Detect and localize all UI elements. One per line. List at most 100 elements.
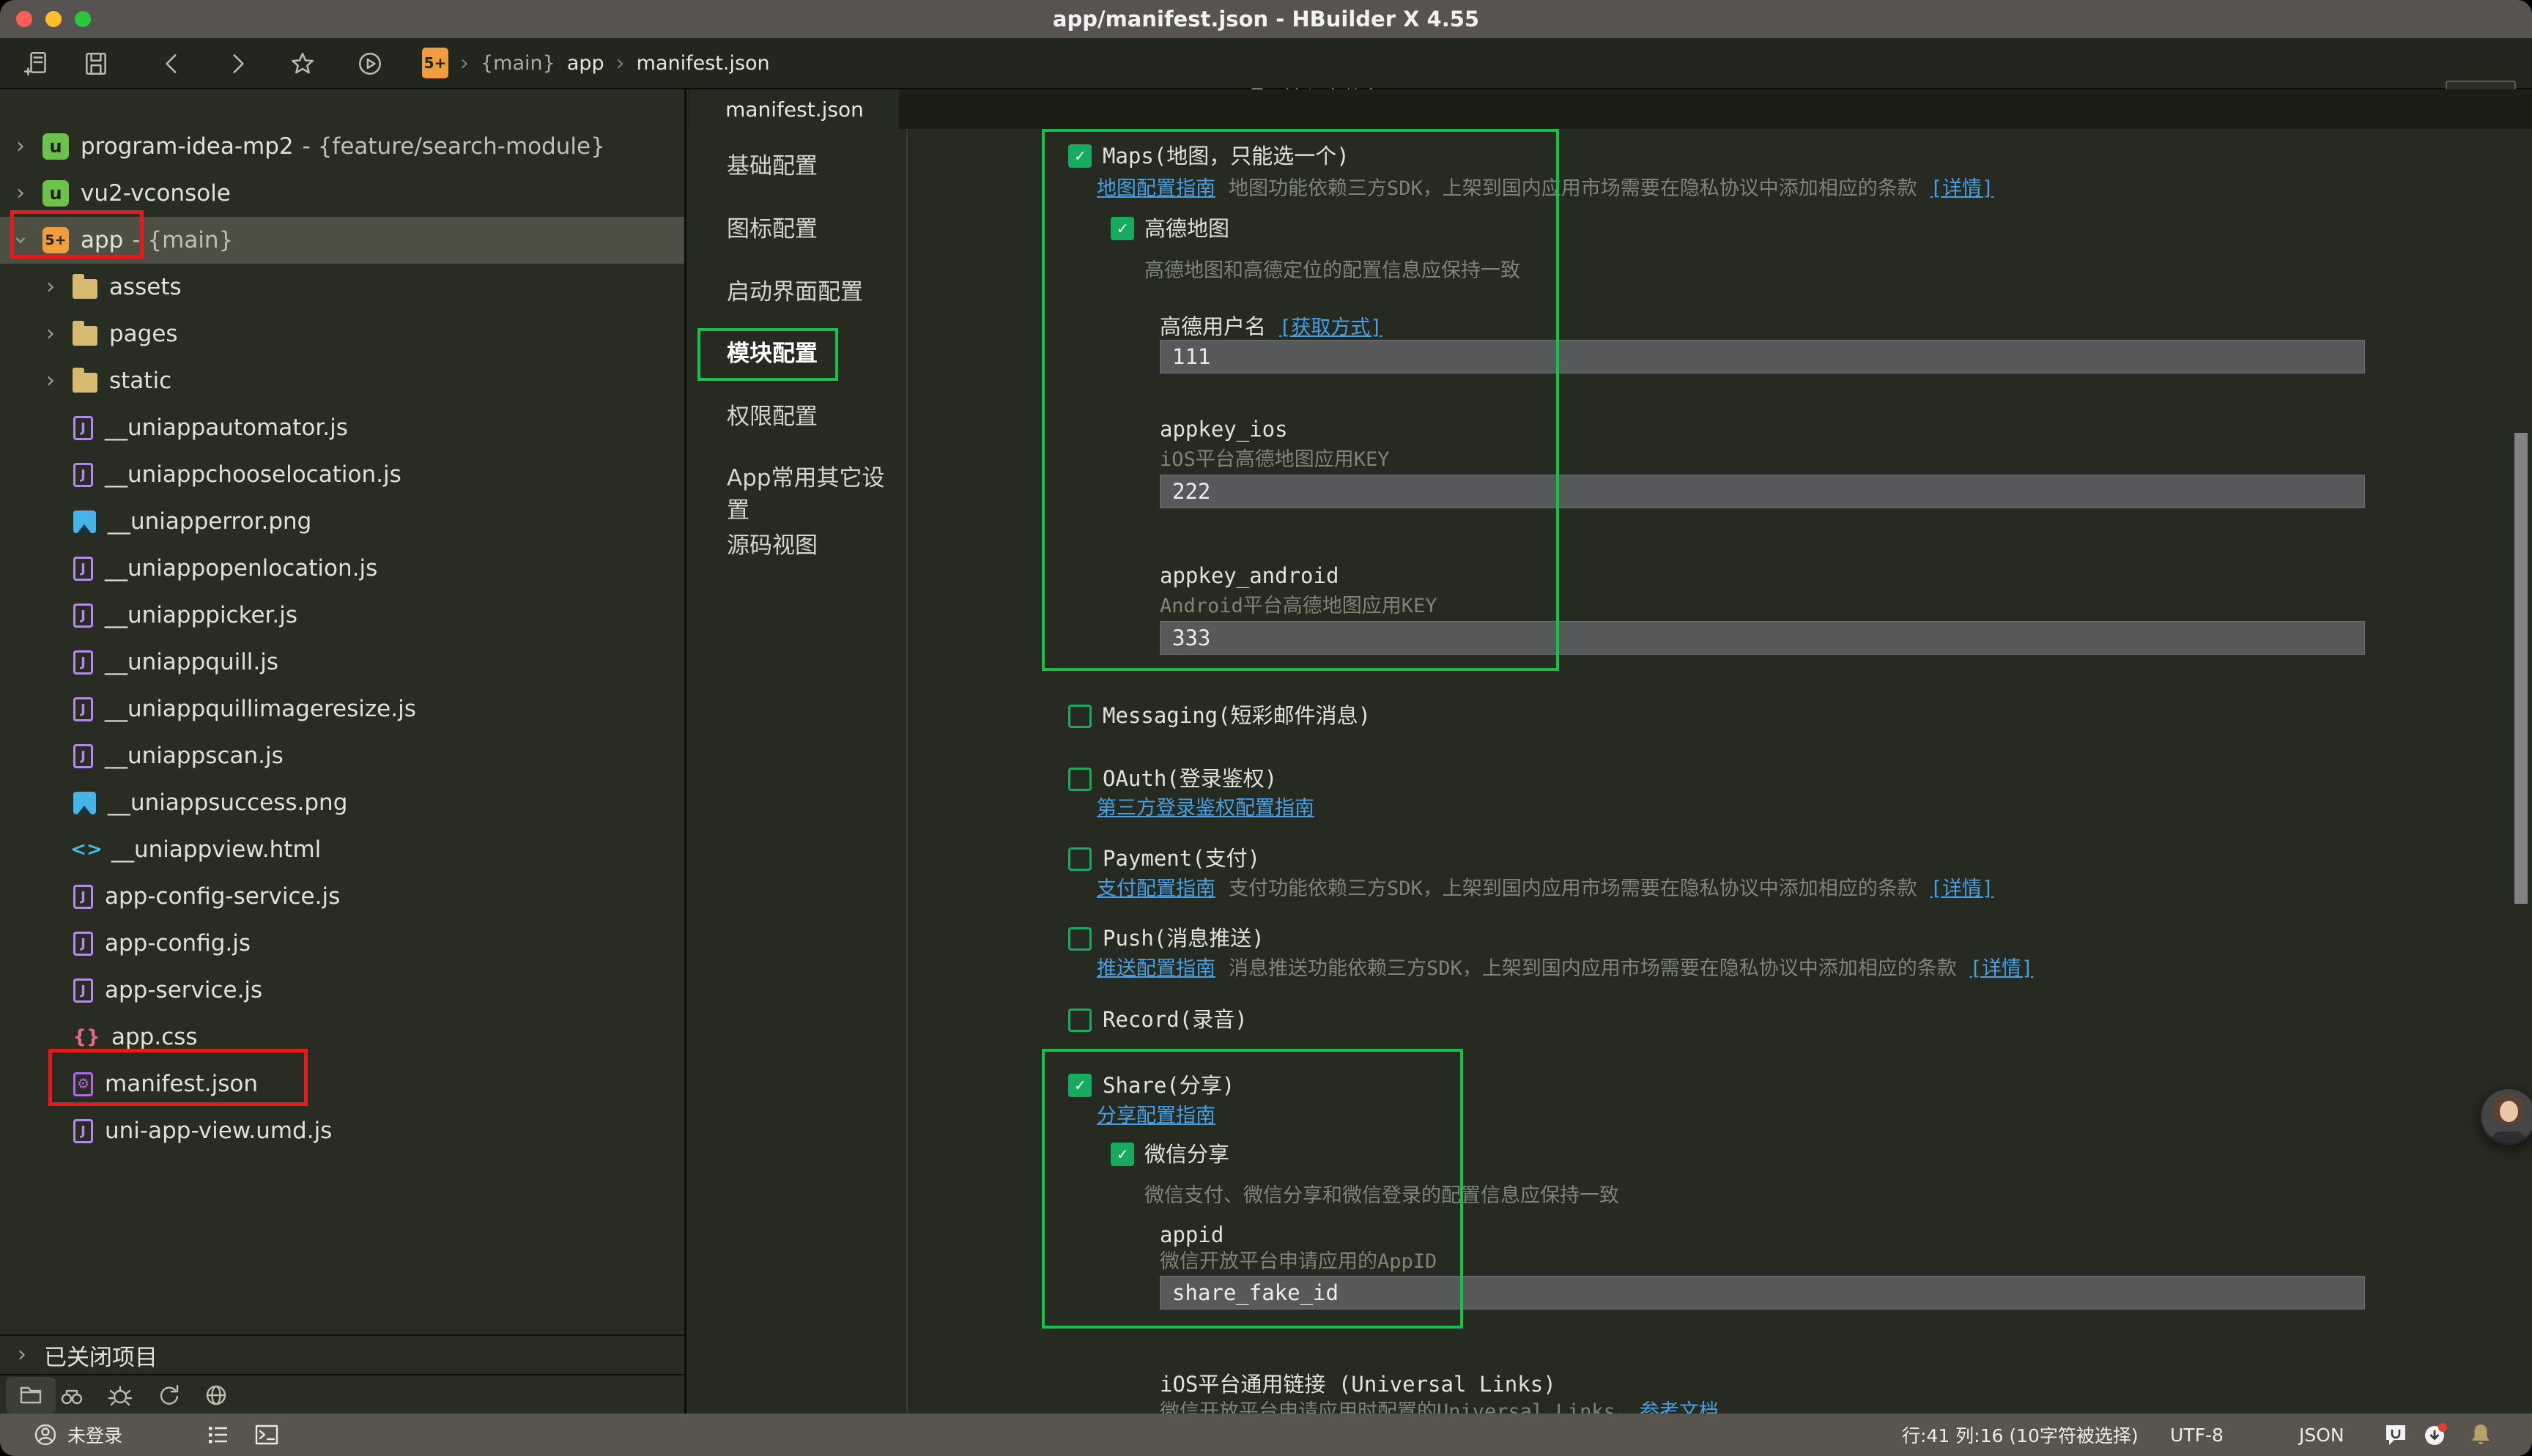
- favorites-star-icon[interactable]: [289, 50, 316, 78]
- new-file-icon[interactable]: [23, 50, 51, 78]
- save-icon[interactable]: [82, 50, 110, 78]
- maps-detail-link[interactable]: [详情]: [1931, 176, 1994, 202]
- tree-item-file[interactable]: __uniappscan.js: [0, 732, 684, 779]
- tree-item-project-app[interactable]: app - {main}: [0, 217, 684, 264]
- tree-item-file[interactable]: __uniappview.html: [0, 826, 684, 873]
- tree-item-label: manifest.json: [105, 1071, 258, 1097]
- web-cloud-icon[interactable]: [203, 1382, 229, 1408]
- tree-item-label: app.css: [111, 1024, 198, 1050]
- appid-desc: 微信开放平台申请应用的AppID: [1160, 1249, 1437, 1275]
- tree-item-file-manifest[interactable]: manifest.json: [0, 1061, 684, 1107]
- tree-item-file[interactable]: __uniappquillimageresize.js: [0, 686, 684, 732]
- tree-item-folder[interactable]: static: [0, 357, 684, 404]
- share-guide-link[interactable]: 分享配置指南: [1097, 1103, 1215, 1129]
- toolbar: 5+ › {main} app › manifest.json 预览: [0, 38, 2532, 89]
- task-list-button[interactable]: [205, 1414, 232, 1456]
- encoding-indicator[interactable]: UTF-8: [2170, 1414, 2224, 1456]
- tree-item-file[interactable]: __uniapperror.png: [0, 498, 684, 545]
- tab-manifest-json[interactable]: manifest.json: [690, 89, 899, 129]
- run-icon[interactable]: [356, 50, 384, 78]
- maps-checkbox[interactable]: [1068, 144, 1092, 168]
- nav-item-splash-config[interactable]: 启动界面配置: [727, 276, 863, 308]
- debug-bug-icon[interactable]: [107, 1382, 133, 1408]
- sync-icon[interactable]: [156, 1382, 182, 1408]
- nav-item-basic-config[interactable]: 基础配置: [727, 150, 818, 182]
- 5plus-app-icon: 5+: [422, 48, 448, 78]
- tree-item-folder[interactable]: assets: [0, 264, 684, 311]
- tree-item-file[interactable]: app.css: [0, 1014, 684, 1061]
- tree-item-label: __uniappautomator.js: [105, 415, 348, 441]
- wechat-share-checkbox[interactable]: [1111, 1143, 1134, 1166]
- payment-detail-link[interactable]: [详情]: [1931, 876, 1994, 902]
- forward-icon[interactable]: [223, 50, 251, 78]
- tree-item-label: assets: [109, 274, 182, 300]
- terminal-button[interactable]: [253, 1414, 280, 1456]
- js-file-icon: [73, 650, 93, 675]
- share-checkbox[interactable]: [1068, 1074, 1092, 1097]
- breadcrumb-project[interactable]: app: [567, 52, 604, 75]
- nav-item-module-config[interactable]: 模块配置: [727, 338, 818, 370]
- tree-item-folder[interactable]: pages: [0, 311, 684, 357]
- nav-item-source-view[interactable]: 源码视图: [727, 530, 818, 562]
- files-icon: [18, 1382, 44, 1408]
- update-button[interactable]: [2422, 1414, 2448, 1456]
- close-button[interactable]: [16, 11, 32, 27]
- breadcrumb-branch[interactable]: {main}: [481, 52, 555, 75]
- search-binoculars-icon[interactable]: [59, 1382, 85, 1408]
- universal-links-doc-link[interactable]: 参考文档: [1640, 1399, 1719, 1414]
- tree-item-file[interactable]: app-config.js: [0, 920, 684, 967]
- login-status[interactable]: 未登录: [32, 1414, 122, 1456]
- payment-checkbox[interactable]: [1068, 847, 1092, 871]
- push-detail-link[interactable]: [详情]: [1970, 956, 2034, 982]
- tree-item-file[interactable]: __uniappquill.js: [0, 639, 684, 686]
- nav-item-icon-config[interactable]: 图标配置: [727, 213, 818, 245]
- hbuilderx-window: app/manifest.json - HBuilder X 4.55 5+ ›…: [0, 0, 2532, 1456]
- maps-label: Maps(地图，只能选一个): [1103, 141, 1350, 171]
- language-mode-indicator[interactable]: JSON: [2299, 1414, 2344, 1456]
- maps-guide-link[interactable]: 地图配置指南: [1097, 176, 1215, 202]
- tree-item-file[interactable]: __uniappautomator.js: [0, 404, 684, 451]
- payment-guide-link[interactable]: 支付配置指南: [1097, 876, 1215, 902]
- gaode-username-howto-link[interactable]: [获取方式]: [1279, 313, 1382, 343]
- tree-item-file[interactable]: app-service.js: [0, 967, 684, 1014]
- oauth-guide-link[interactable]: 第三方登录鉴权配置指南: [1097, 795, 1314, 822]
- nav-item-app-other-settings[interactable]: App常用其它设置: [727, 462, 906, 494]
- feedback-button[interactable]: [2383, 1414, 2409, 1456]
- nav-item-permission-config[interactable]: 权限配置: [727, 401, 818, 433]
- appid-input[interactable]: [1160, 1276, 2365, 1310]
- breadcrumb-file[interactable]: manifest.json: [637, 52, 770, 75]
- sidebar-activity-bar: [0, 1374, 684, 1414]
- tree-item-file[interactable]: __uniapppicker.js: [0, 592, 684, 639]
- closed-projects-label: 已关闭项目: [44, 1339, 158, 1372]
- tree-item-project[interactable]: program-idea-mp2 - {feature/search-modul…: [0, 123, 684, 170]
- appkey-android-input[interactable]: [1160, 621, 2365, 655]
- record-label: Record(录音): [1103, 1005, 1248, 1034]
- tree-item-file[interactable]: app-config-service.js: [0, 873, 684, 920]
- push-guide-link[interactable]: 推送配置指南: [1097, 956, 1215, 982]
- appkey-ios-input[interactable]: [1160, 475, 2365, 508]
- tree-item-file[interactable]: __uniappchooselocation.js: [0, 451, 684, 498]
- scrollbar-thumb[interactable]: [2514, 433, 2528, 904]
- tree-item-file[interactable]: __uniappopenlocation.js: [0, 545, 684, 592]
- record-checkbox[interactable]: [1068, 1009, 1092, 1032]
- tree-item-file[interactable]: __uniappsuccess.png: [0, 779, 684, 826]
- tree-item-label: __uniappquill.js: [105, 649, 278, 675]
- encoding-label: UTF-8: [2170, 1425, 2224, 1446]
- oauth-checkbox[interactable]: [1068, 768, 1092, 791]
- chevron-right-icon: [16, 182, 42, 204]
- closed-projects-row[interactable]: 已关闭项目: [0, 1334, 684, 1374]
- back-icon[interactable]: [158, 50, 186, 78]
- minimize-button[interactable]: [45, 11, 62, 27]
- messaging-checkbox[interactable]: [1068, 705, 1092, 728]
- push-checkbox[interactable]: [1068, 927, 1092, 951]
- tree-item-project[interactable]: vu2-vconsole: [0, 170, 684, 217]
- gaode-map-checkbox[interactable]: [1111, 217, 1134, 240]
- tree-item-label: __uniappopenlocation.js: [105, 555, 377, 582]
- tree-item-label: vu2-vconsole: [81, 180, 231, 207]
- tree-item-file[interactable]: uni-app-view.umd.js: [0, 1107, 684, 1154]
- zoom-button[interactable]: [75, 11, 91, 27]
- assistant-avatar[interactable]: [2479, 1087, 2532, 1145]
- gaode-username-input[interactable]: [1160, 340, 2365, 374]
- cursor-position[interactable]: 行:41 列:16 (10字符被选择): [1902, 1414, 2139, 1456]
- notifications-button[interactable]: [2468, 1414, 2494, 1456]
